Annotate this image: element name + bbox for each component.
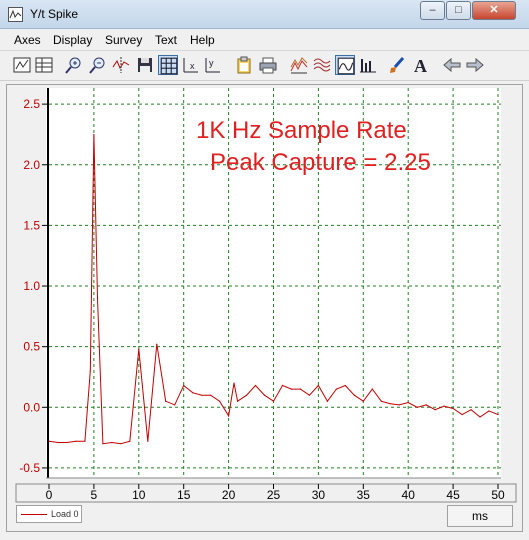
x-tick-label: 50 (491, 488, 505, 502)
data-point (299, 388, 302, 390)
x-tick-label: 35 (357, 488, 371, 502)
data-point (371, 388, 373, 390)
data-point (57, 441, 59, 444)
y-tick-label: -0.5 (19, 461, 40, 475)
data-point (443, 405, 445, 407)
annotation-line-2: Peak Capture = 2.25 (210, 149, 431, 176)
data-point (66, 441, 68, 444)
x-tick-label: 15 (177, 488, 191, 502)
data-point (434, 409, 436, 411)
data-point (96, 297, 99, 299)
data-point (353, 394, 355, 396)
x-tick-label: 25 (267, 488, 281, 502)
app-window: Y/t Spike – □ ✕ Axes Display Survey Text… (0, 0, 529, 540)
annotation-line-1: 1K Hz Sample Rate (196, 117, 407, 144)
data-point (425, 404, 427, 406)
y-tick-label: 2.5 (23, 97, 40, 111)
legend-swatch (21, 514, 47, 515)
data-point (497, 413, 499, 416)
data-point (488, 410, 490, 412)
chart-svg: -0.5 0.0 0.5 1.0 1.5 2.0 2.5 0 5 10 15 20 25 30 35 40 4… (15, 88, 517, 503)
data-point (317, 384, 319, 387)
data-point (156, 343, 158, 345)
data-point (183, 384, 185, 387)
legend[interactable]: Load 0 (16, 505, 82, 523)
data-point (461, 413, 463, 416)
data-point (48, 440, 50, 442)
data-point (120, 443, 122, 445)
data-point (281, 384, 284, 387)
data-point (362, 400, 364, 402)
y-tick-label: 1.5 (23, 218, 40, 232)
data-point (254, 384, 257, 387)
data-point (111, 441, 113, 444)
data-point (335, 388, 337, 390)
data-point (138, 348, 140, 350)
data-point (102, 443, 104, 445)
data-point (233, 382, 235, 384)
data-point (84, 440, 86, 442)
data-point (129, 440, 131, 442)
x-tick-label: 5 (91, 488, 98, 502)
units-label: ms (447, 505, 513, 527)
y-tick-label: 1.0 (23, 279, 40, 293)
data-point (201, 394, 203, 396)
x-tick-label: 10 (132, 488, 146, 502)
x-tick-label: 30 (312, 488, 326, 502)
data-point (245, 394, 248, 396)
data-point (389, 403, 391, 405)
y-tick-label: 2.0 (23, 158, 40, 172)
data-point (263, 394, 266, 396)
data-point (452, 407, 454, 410)
data-point (210, 394, 212, 396)
y-tick-label: 0.5 (23, 340, 40, 354)
x-tick-label: 0 (46, 488, 53, 502)
y-tick-label: 0.0 (23, 400, 40, 414)
data-point (380, 400, 382, 402)
x-tick-label: 45 (446, 488, 460, 502)
data-point (470, 409, 472, 411)
data-point (174, 404, 176, 406)
data-point (479, 416, 481, 418)
data-point (228, 415, 230, 417)
data-point (93, 133, 95, 136)
data-point (398, 404, 400, 406)
x-tick-label: 20 (222, 488, 236, 502)
data-point (165, 400, 167, 402)
data-point (89, 370, 91, 372)
data-point (147, 440, 149, 442)
data-point (236, 400, 239, 402)
data-point (192, 392, 194, 394)
data-point (75, 440, 77, 442)
data-point (219, 400, 221, 402)
data-point (272, 400, 275, 402)
data-point (344, 384, 346, 387)
data-point (290, 388, 293, 390)
data-point (326, 400, 328, 402)
data-point (416, 406, 418, 408)
legend-label: Load 0 (51, 509, 79, 519)
x-tick-label: 40 (402, 488, 416, 502)
data-point (308, 394, 311, 396)
data-point (407, 401, 409, 404)
